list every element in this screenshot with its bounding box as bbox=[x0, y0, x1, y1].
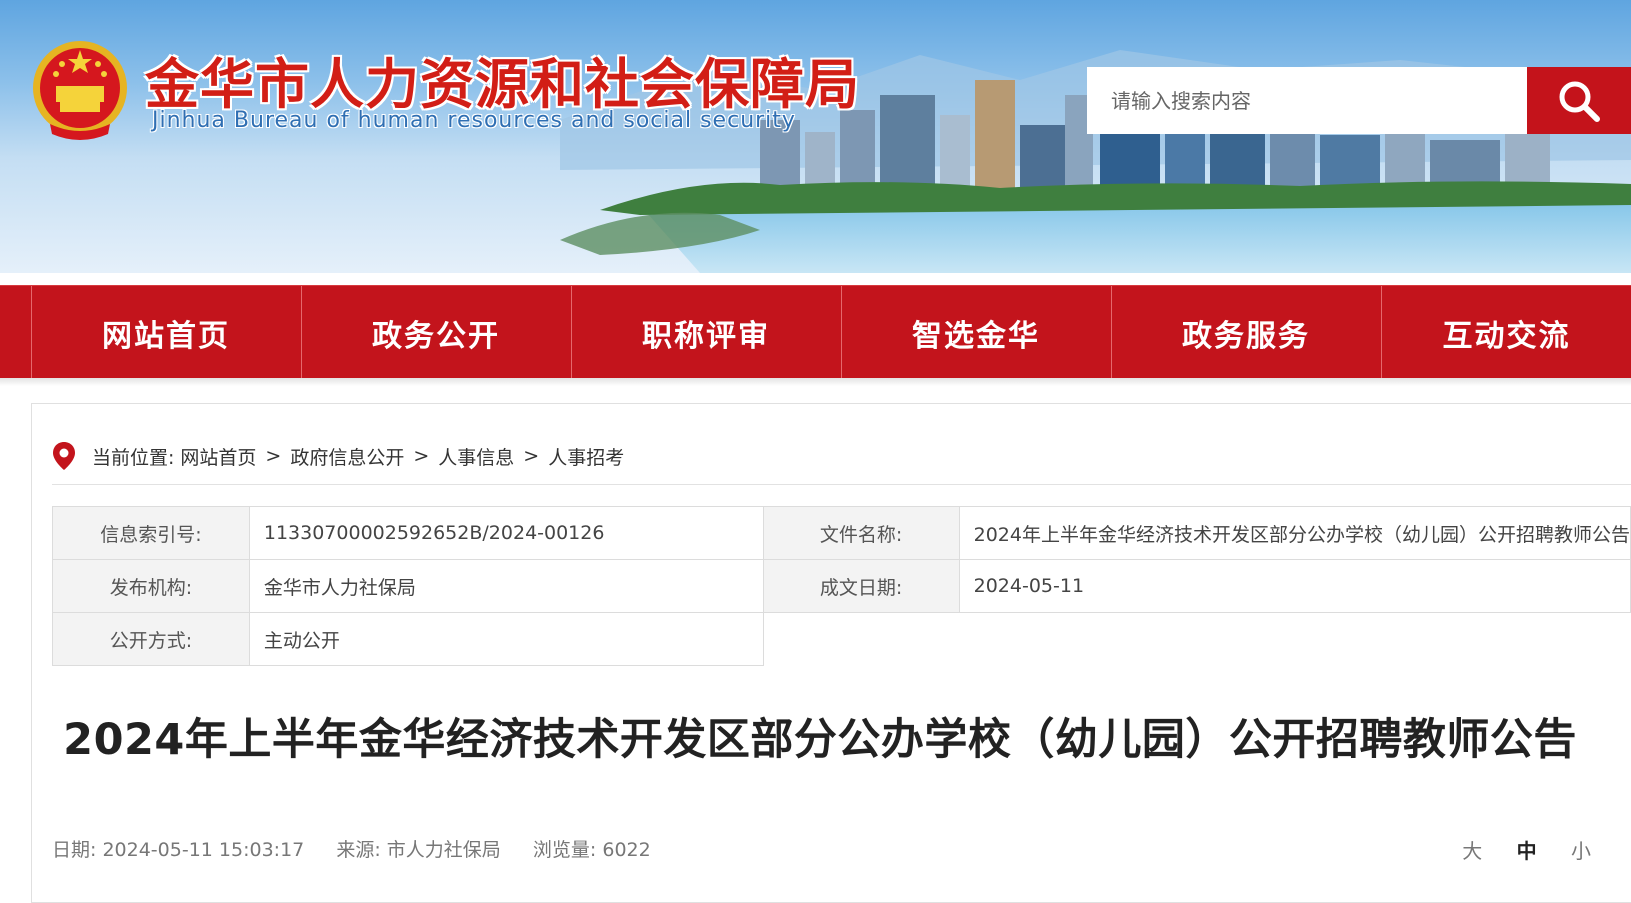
meta-label-file: 文件名称: bbox=[762, 506, 960, 560]
article-info: 日期: 2024-05-11 15:03:17 来源: 市人力社保局 浏览量: … bbox=[52, 835, 651, 862]
article-views-label: 浏览量: bbox=[532, 839, 597, 861]
nav-item-home[interactable]: 网站首页 bbox=[31, 286, 300, 379]
article-source-value: 市人力社保局 bbox=[386, 839, 501, 861]
meta-value-index: 11330700002592652B/2024-00126 bbox=[248, 506, 764, 560]
breadcrumb-link-personnel-info[interactable]: 人事信息 bbox=[438, 443, 514, 470]
breadcrumb: 当前位置: 网站首页 > 政府信息公开 > 人事信息 > 人事招考 bbox=[52, 440, 624, 472]
breadcrumb-separator: > bbox=[265, 445, 282, 467]
nav-shadow bbox=[0, 378, 1631, 386]
breadcrumb-link-home[interactable]: 网站首页 bbox=[180, 443, 256, 470]
main-nav: 网站首页 政务公开 职称评审 智选金华 政务服务 互动交流 bbox=[0, 285, 1631, 379]
magnifier-icon bbox=[1559, 81, 1600, 122]
meta-value-mode: 主动公开 bbox=[248, 612, 764, 666]
national-emblem-icon bbox=[33, 41, 127, 140]
location-pin-icon bbox=[53, 442, 75, 470]
font-size-large-button[interactable]: 大 bbox=[1462, 835, 1482, 864]
search-input[interactable] bbox=[1087, 67, 1527, 134]
breadcrumb-link-gov-info[interactable]: 政府信息公开 bbox=[290, 443, 404, 470]
breadcrumb-separator: > bbox=[523, 445, 540, 467]
nav-item-title-review[interactable]: 职称评审 bbox=[571, 286, 840, 379]
meta-label-index: 信息索引号: bbox=[52, 506, 250, 560]
article-date-label: 日期: bbox=[52, 839, 97, 861]
meta-value-file: 2024年上半年金华经济技术开发区部分公办学校（幼儿园）公开招聘教师公告 bbox=[958, 506, 1631, 560]
breadcrumb-prefix: 当前位置: bbox=[92, 446, 175, 469]
article-title: 2024年上半年金华经济技术开发区部分公办学校（幼儿园）公开招聘教师公告 bbox=[63, 715, 1577, 765]
header-banner: 金华市人力资源和社会保障局 Jinhua Bureau of human res… bbox=[0, 0, 1631, 273]
meta-label-mode: 公开方式: bbox=[52, 612, 250, 666]
breadcrumb-separator: > bbox=[413, 445, 430, 467]
breadcrumb-link-recruitment[interactable]: 人事招考 bbox=[548, 443, 624, 470]
font-size-small-button[interactable]: 小 bbox=[1571, 835, 1591, 864]
table-row: 公开方式: 主动公开 bbox=[52, 612, 1631, 666]
nav-item-gov-services[interactable]: 政务服务 bbox=[1111, 286, 1380, 379]
site-subtitle: Jinhua Bureau of human resources and soc… bbox=[152, 108, 796, 133]
table-row: 信息索引号: 11330700002592652B/2024-00126 文件名… bbox=[52, 506, 1631, 560]
meta-value-date: 2024-05-11 bbox=[958, 559, 1631, 613]
breadcrumb-divider bbox=[52, 484, 1631, 485]
article-date-value: 2024-05-11 15:03:17 bbox=[102, 839, 305, 861]
font-size-medium-button[interactable]: 中 bbox=[1517, 835, 1537, 864]
meta-empty-cell bbox=[763, 612, 1631, 666]
table-row: 发布机构: 金华市人力社保局 成文日期: 2024-05-11 bbox=[52, 559, 1631, 613]
nav-item-gov-affairs[interactable]: 政务公开 bbox=[301, 286, 570, 379]
article-views-value: 6022 bbox=[602, 839, 651, 861]
meta-value-org: 金华市人力社保局 bbox=[248, 559, 764, 613]
meta-label-org: 发布机构: bbox=[52, 559, 250, 613]
meta-label-date: 成文日期: bbox=[762, 559, 960, 613]
article-source-label: 来源: bbox=[336, 839, 381, 861]
nav-item-interaction[interactable]: 互动交流 bbox=[1381, 286, 1631, 379]
search-button[interactable] bbox=[1527, 67, 1631, 134]
document-meta-table: 信息索引号: 11330700002592652B/2024-00126 文件名… bbox=[52, 506, 1631, 666]
nav-item-talent-jinhua[interactable]: 智选金华 bbox=[841, 286, 1110, 379]
font-size-switcher: 大 中 小 bbox=[1434, 835, 1591, 864]
